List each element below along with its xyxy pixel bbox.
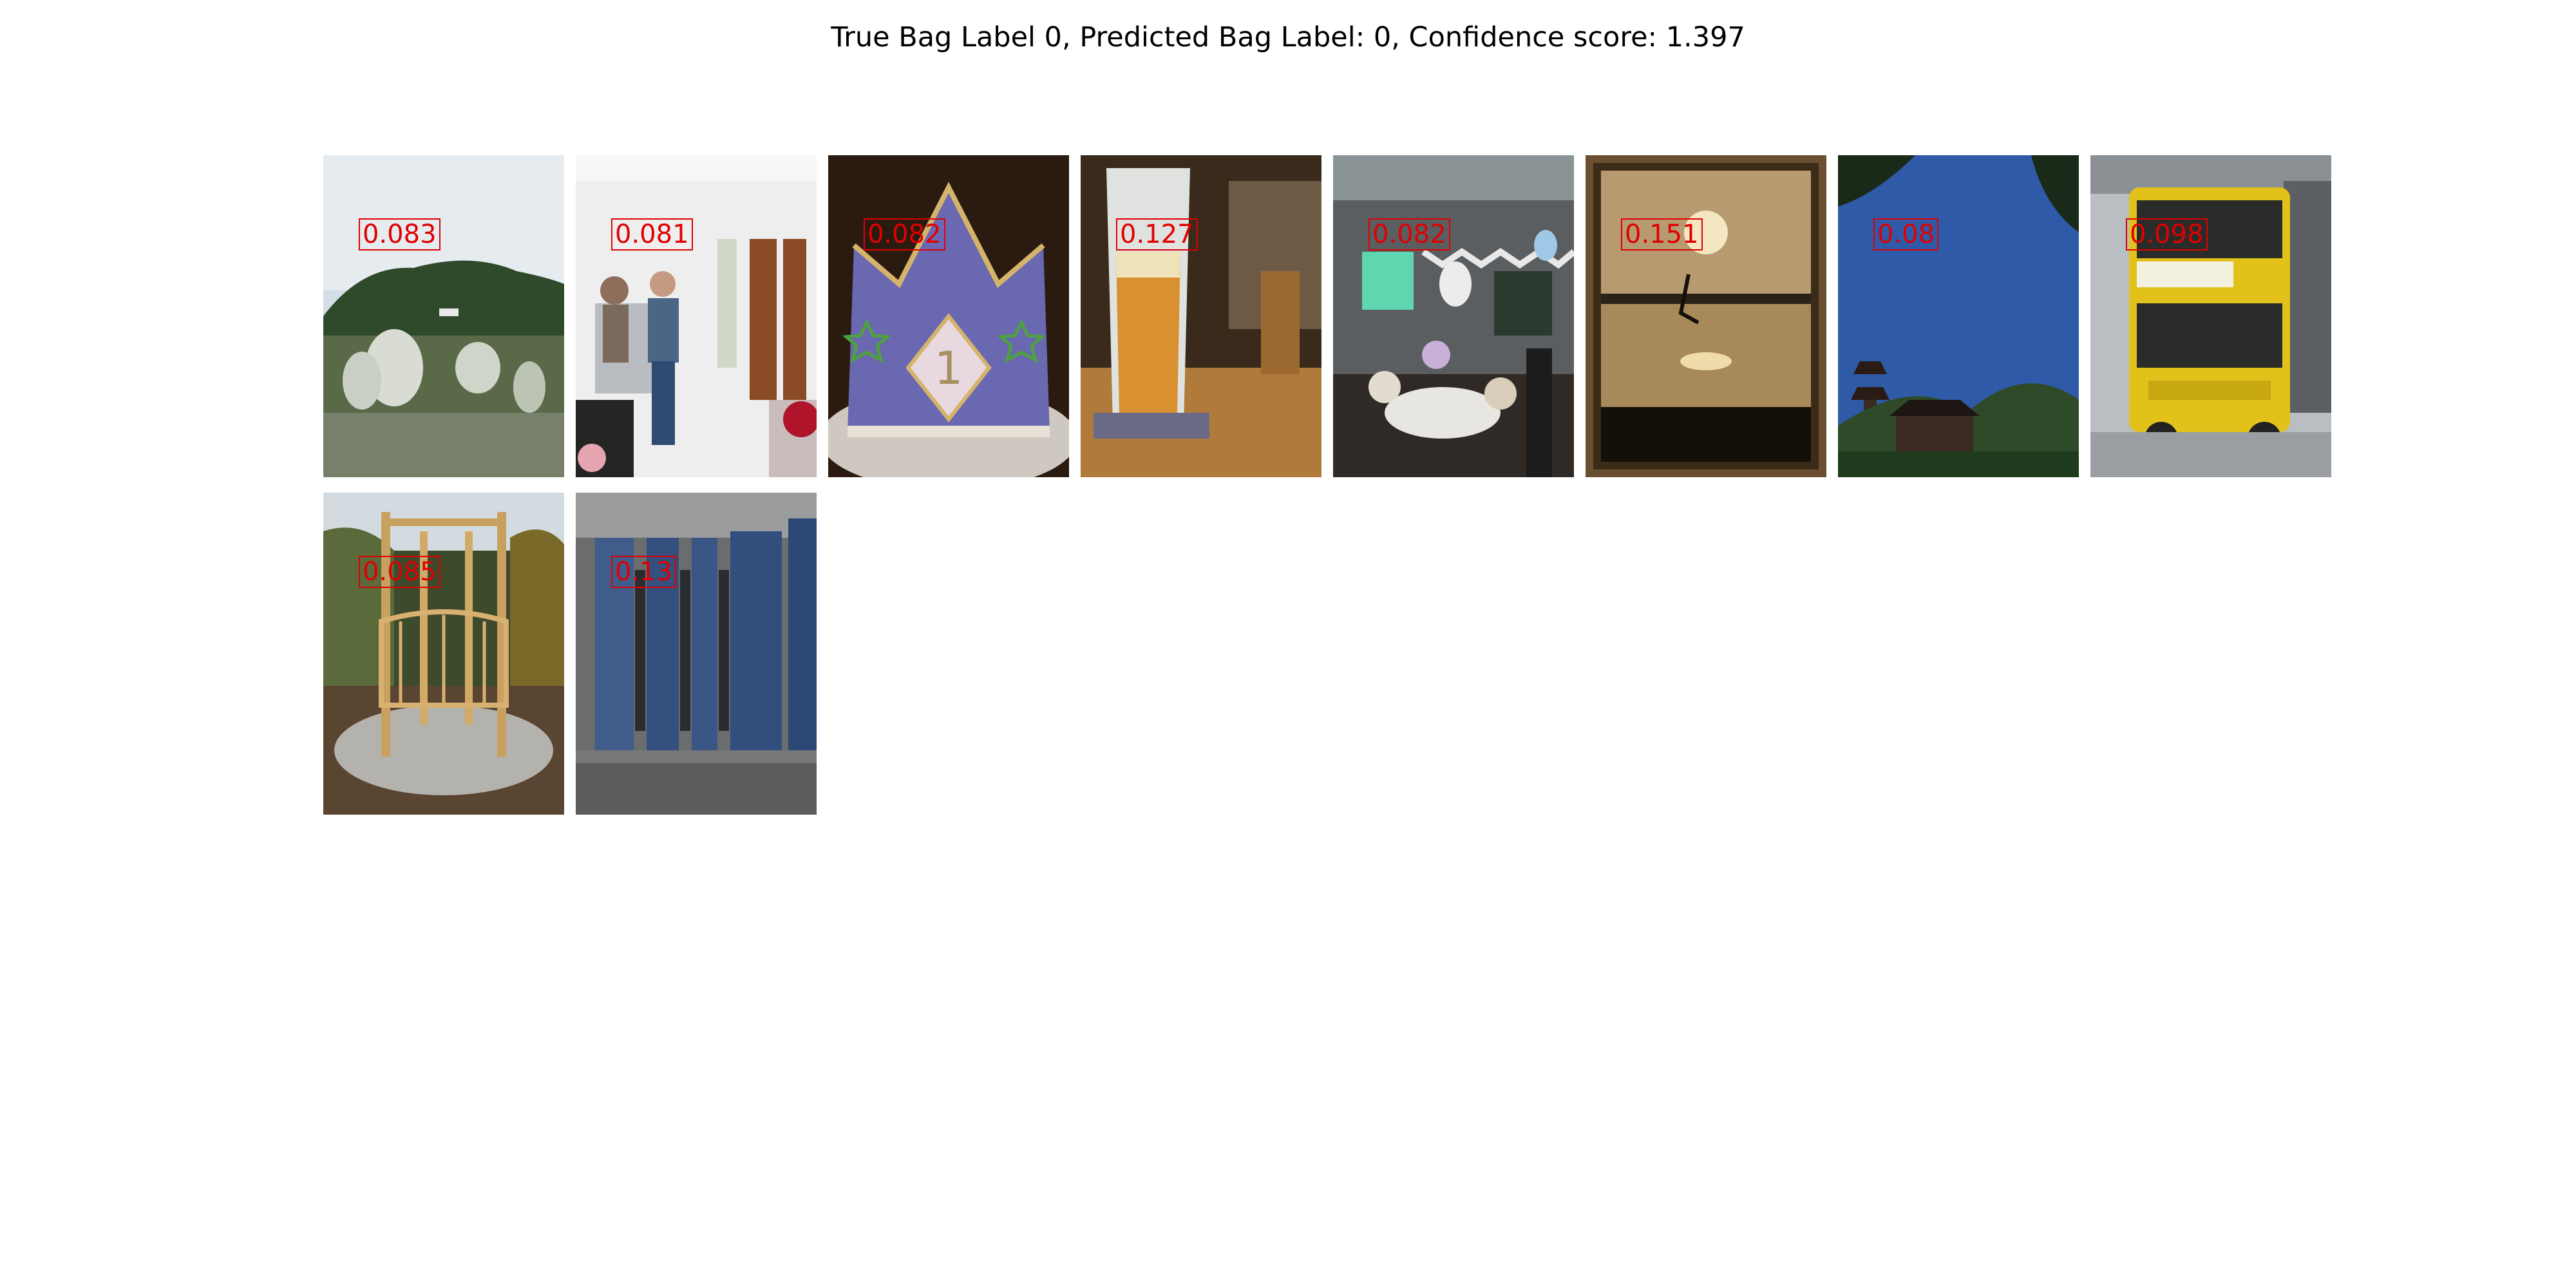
- image-tile-5: 0.082: [1333, 155, 1574, 477]
- pagoda-sky-icon: [1838, 155, 2079, 477]
- attention-score-label: 0.083: [359, 218, 440, 251]
- office-people-icon: [576, 155, 817, 477]
- figure: True Bag Label 0, Predicted Bag Label: 0…: [0, 0, 2576, 1288]
- attention-score-label: 0.127: [1116, 218, 1198, 251]
- attention-score-label: 0.082: [864, 218, 945, 251]
- image-tile-10: 0.13: [576, 493, 817, 815]
- image-tile-1: 0.083: [323, 155, 564, 477]
- attention-score-label: 0.082: [1368, 218, 1450, 251]
- attention-score-label: 0.098: [2126, 218, 2208, 251]
- image-tile-9: 0.085: [323, 493, 564, 815]
- attention-score-label: 0.08: [1873, 218, 1939, 251]
- crown-cake-icon: 1: [828, 155, 1069, 477]
- yellow-bus-icon: [2090, 155, 2331, 477]
- attention-score-label: 0.081: [611, 218, 693, 251]
- image-tile-8: 0.098: [2090, 155, 2331, 477]
- image-tile-2: 0.081: [576, 155, 817, 477]
- party-room-icon: [1333, 155, 1574, 477]
- grassland-icon: [323, 155, 564, 477]
- figure-title: True Bag Label 0, Predicted Bag Label: 0…: [831, 21, 1745, 53]
- wooden-gazebo-icon: [323, 493, 564, 815]
- svg-text:1: 1: [934, 342, 963, 395]
- sunset-lake-icon: [1586, 155, 1826, 477]
- image-tile-6: 0.151: [1586, 155, 1826, 477]
- attention-score-label: 0.13: [611, 556, 677, 588]
- beer-glass-icon: [1081, 155, 1321, 477]
- image-tile-7: 0.08: [1838, 155, 2079, 477]
- attention-score-label: 0.151: [1621, 218, 1703, 251]
- attention-score-label: 0.085: [359, 556, 440, 588]
- image-tile-4: 0.127: [1081, 155, 1321, 477]
- restroom-stalls-icon: [576, 493, 817, 815]
- image-tile-3: 1 0.082: [828, 155, 1069, 477]
